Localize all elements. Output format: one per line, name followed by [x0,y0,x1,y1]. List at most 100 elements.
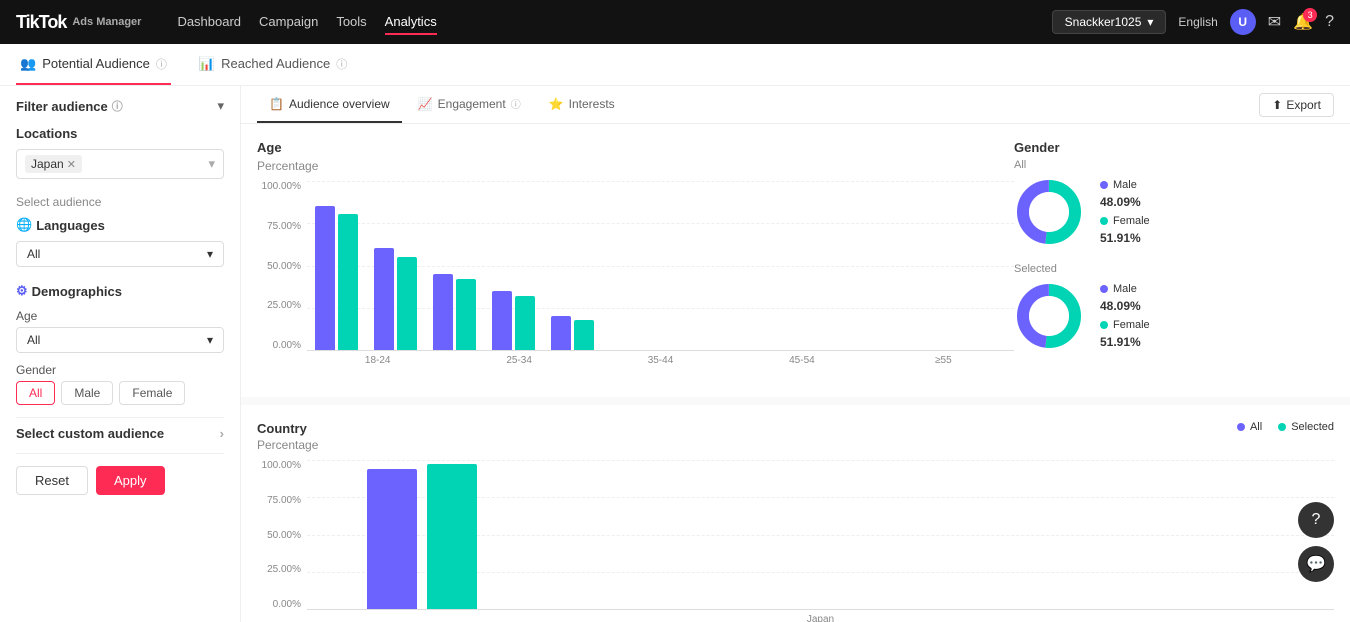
gender-field: Gender All Male Female [16,363,224,405]
selected-male-pct: 48.09% [1100,299,1150,313]
help-float-button[interactable]: ? [1298,502,1334,538]
section-header: Age Percentage 100.00% 75.00% 50.00% 25.… [257,140,1334,381]
help-icon[interactable]: ? [1325,13,1334,31]
country-all-dot [1237,423,1245,431]
tiktok-logo: TikTok [16,12,66,33]
country-bar-chart: 100.00% 75.00% 50.00% 25.00% 0.00% [257,460,1334,622]
tab-reached-audience[interactable]: 📊 Reached Audience ⓘ [195,44,351,85]
country-chart-title: Country [257,421,318,436]
filter-help-icon[interactable]: ⓘ [112,98,123,114]
audience-icon: 👥 [20,56,36,72]
age-field: Age All ▾ [16,309,224,353]
apply-button[interactable]: Apply [96,466,165,495]
nav-links: Dashboard Campaign Tools Analytics [177,10,436,35]
engagement-icon: 📈 [418,97,433,111]
avatar[interactable]: U [1230,9,1256,35]
language-selector[interactable]: English [1178,15,1217,29]
collapse-icon[interactable]: ▾ [217,98,224,114]
age-bar-chart: 100.00% 75.00% 50.00% 25.00% 0.00% [257,181,1014,381]
gender-male-button[interactable]: Male [61,381,113,405]
country-legend-selected: Selected [1278,421,1334,433]
locations-section: Locations Japan ✕ ▾ [16,126,224,179]
tab-interests[interactable]: ⭐ Interests [537,86,627,123]
age-all-bar-18-24 [315,206,335,350]
interests-icon: ⭐ [549,97,564,111]
location-dropdown-icon[interactable]: ▾ [208,156,215,172]
age-group-25-34 [366,181,425,350]
age-label: Age [16,309,224,323]
location-tag: Japan ✕ [25,155,82,173]
export-button[interactable]: ⬆ Export [1259,93,1334,117]
gender-all-donut-chart [1014,177,1084,247]
export-icon: ⬆ [1272,98,1282,112]
gender-all-label: All [1014,159,1334,171]
age-group-18-24 [307,181,366,350]
location-input[interactable]: Japan ✕ ▾ [16,149,224,179]
topnav-right: Snackker1025 ▾ English U ✉ 🔔 3 ? [1052,9,1334,35]
messages-icon[interactable]: ✉ [1268,12,1281,32]
age-gender-section: Age Percentage 100.00% 75.00% 50.00% 25.… [241,124,1350,397]
nav-analytics[interactable]: Analytics [385,10,437,35]
age-select[interactable]: All ▾ [16,327,224,353]
tab-potential-audience[interactable]: 👥 Potential Audience ⓘ [16,44,171,85]
age-y-axis: 100.00% 75.00% 50.00% 25.00% 0.00% [257,181,307,351]
custom-audience-row[interactable]: Select custom audience › [16,417,224,449]
remove-location-icon[interactable]: ✕ [67,158,76,171]
globe-icon: 🌐 [16,217,32,233]
all-female-pct: 51.91% [1100,231,1150,245]
filter-title: Filter audience ⓘ [16,98,123,114]
demographics-label: ⚙ Demographics [16,283,224,299]
chat-float-button[interactable]: 💬 [1298,546,1334,582]
notification-badge: 3 [1303,8,1317,22]
gender-buttons: All Male Female [16,381,224,405]
age-all-bar-55plus [551,316,571,350]
gender-female-button[interactable]: Female [119,381,185,405]
chevron-down-icon: ▾ [1147,15,1153,29]
age-chevron-icon: ▾ [207,333,213,347]
country-legend: All Selected [1237,421,1334,437]
reached-icon: 📊 [199,56,215,72]
gender-selected-legend: Male 48.09% Female 51.91% [1100,283,1150,349]
nav-tools[interactable]: Tools [336,10,366,35]
legend-selected-male: Male [1100,283,1150,295]
gender-chart-title: Gender [1014,140,1334,155]
nav-campaign[interactable]: Campaign [259,10,318,35]
reset-button[interactable]: Reset [16,466,88,495]
notifications-icon[interactable]: 🔔 3 [1293,12,1313,32]
content-area: 📋 Audience overview 📈 Engagement ⓘ ⭐ Int… [241,86,1350,622]
country-all-bar [367,469,417,609]
account-selector[interactable]: Snackker1025 ▾ [1052,10,1167,34]
gender-all-legend: Male 48.09% Female 51.91% [1100,179,1150,245]
selected-female-pct: 51.91% [1100,335,1150,349]
demographics-icon: ⚙ [16,283,28,299]
tab-audience-overview[interactable]: 📋 Audience overview [257,86,402,123]
language-select[interactable]: All ▾ [16,241,224,267]
selected-female-dot [1100,321,1108,329]
potential-help-icon[interactable]: ⓘ [156,56,167,72]
age-selected-bar-55plus [574,320,594,350]
gender-all-donut: Male 48.09% Female 51.91% [1014,177,1334,247]
tab-engagement[interactable]: 📈 Engagement ⓘ [406,86,533,123]
gender-label: Gender [16,363,224,377]
gender-selected-donut-chart [1014,281,1084,351]
engagement-help-icon[interactable]: ⓘ [511,96,521,111]
top-navigation: TikTok Ads Manager Dashboard Campaign To… [0,0,1350,44]
custom-audience-chevron: › [220,426,224,441]
languages-section: 🌐 Languages All ▾ [16,217,224,267]
main-layout: Filter audience ⓘ ▾ Locations Japan ✕ ▾ … [0,86,1350,622]
legend-male: Male [1100,179,1150,191]
nav-dashboard[interactable]: Dashboard [177,10,241,35]
gender-all-button[interactable]: All [16,381,55,405]
legend-selected-female: Female [1100,319,1150,331]
age-chart-title: Age [257,140,1014,155]
legend-female: Female [1100,215,1150,227]
all-male-pct: 48.09% [1100,195,1150,209]
age-chart: Age Percentage 100.00% 75.00% 50.00% 25.… [257,140,1014,381]
demographics-section: ⚙ Demographics Age All ▾ Gender All Male… [16,283,224,405]
age-group-35-44 [425,181,484,350]
gender-chart: Gender All [1014,140,1334,367]
reached-help-icon[interactable]: ⓘ [336,56,347,72]
gender-selected-donut: Male 48.09% Female 51.91% [1014,281,1334,351]
charts-container: Age Percentage 100.00% 75.00% 50.00% 25.… [241,124,1350,622]
overview-icon: 📋 [269,97,284,111]
